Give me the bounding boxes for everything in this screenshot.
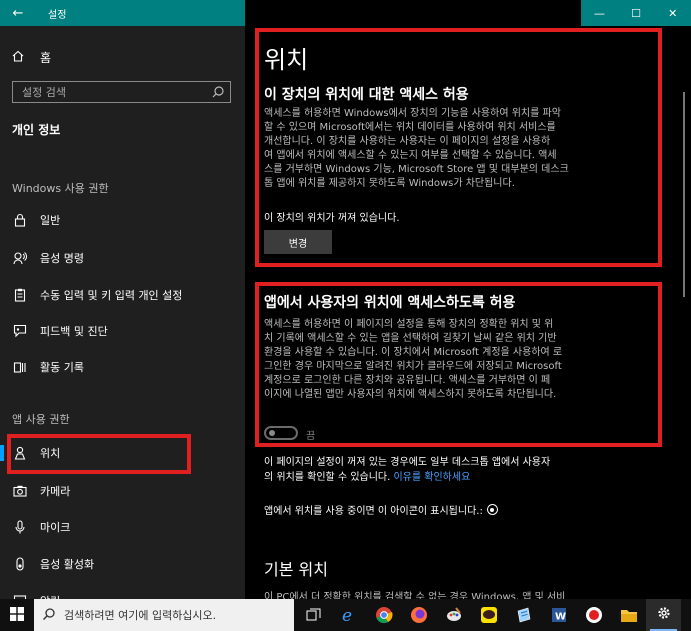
icon-notice-text: 앱에서 위치를 사용 중이면 이 아이콘이 표시됩니다.:: [264, 506, 483, 517]
window-controls: — ☐ ✕: [581, 0, 691, 26]
clipboard-icon: [12, 287, 28, 303]
minimize-button[interactable]: —: [581, 0, 618, 26]
taskbar-apps: e W: [296, 599, 681, 631]
close-icon: ✕: [668, 6, 678, 20]
activity-icon: [12, 359, 28, 375]
voice-activation-icon: [12, 556, 28, 572]
svg-text:e: e: [342, 606, 352, 624]
taskbar-search[interactable]: 검색하려면 여기에 입력하십시오.: [34, 599, 294, 631]
home-link[interactable]: 홈: [12, 48, 51, 66]
search-icon: [42, 607, 56, 624]
back-arrow-icon: ←: [12, 5, 24, 21]
start-button[interactable]: [0, 599, 34, 631]
edge-icon[interactable]: e: [331, 599, 366, 631]
app-title: 설정: [48, 10, 67, 21]
microphone-icon: [12, 519, 28, 535]
active-indicator: [0, 445, 4, 461]
taskbar-search-placeholder: 검색하려면 여기에 입력하십시오.: [64, 609, 217, 622]
note-text: 의 위치를 확인할 수 있습니다.: [264, 472, 391, 483]
windows-logo-icon: [10, 606, 24, 625]
close-button[interactable]: ✕: [654, 0, 691, 26]
svg-text:W: W: [555, 612, 566, 623]
camera-icon: [12, 483, 28, 499]
sidebar-item-inking-typing[interactable]: 수동 입력 및 키 입력 개인 설정: [0, 280, 245, 310]
app-permissions-label: 앱 사용 권한: [12, 413, 70, 426]
home-icon: [12, 50, 28, 65]
sidebar-item-label: 피드백 및 진단: [40, 325, 108, 338]
maximize-icon: ☐: [631, 6, 641, 20]
settings-sidebar: ← 설정 홈 개인 정보 Windows 사용 권한 일반 음성 명령 수동 입…: [0, 0, 245, 608]
sidebar-item-label: 음성 명령: [40, 252, 84, 265]
chrome-icon[interactable]: [366, 599, 401, 631]
sidebar-item-microphone[interactable]: 마이크: [0, 512, 245, 542]
location-icon-notice: 앱에서 위치를 사용 중이면 이 아이콘이 표시됩니다.:: [264, 502, 498, 517]
sidebar-item-voice-activation[interactable]: 음성 활성화: [0, 549, 245, 579]
sidebar-item-label: 일반: [40, 214, 61, 227]
scrollbar[interactable]: [683, 92, 685, 297]
default-location-description: 이 PC에서 더 정확한 위치를 검색할 수 없는 경우 Windows, 앱 …: [264, 592, 566, 599]
settings-taskbar-button[interactable]: [646, 599, 681, 631]
file-explorer-icon[interactable]: [611, 599, 646, 631]
paint-icon[interactable]: [436, 599, 471, 631]
sidebar-item-label: 카메라: [40, 485, 71, 498]
home-label: 홈: [40, 50, 52, 65]
sidebar-item-general[interactable]: 일반: [0, 205, 245, 235]
sidebar-item-activity-history[interactable]: 활동 기록: [0, 352, 245, 382]
word-icon[interactable]: W: [541, 599, 576, 631]
highlight-box-app-access: [255, 282, 662, 447]
title-bar: ← 설정: [0, 0, 245, 26]
speech-icon: [12, 250, 28, 266]
settings-search[interactable]: [12, 81, 231, 103]
maximize-button[interactable]: ☐: [618, 0, 655, 26]
location-in-use-icon: [486, 504, 498, 515]
taskbar: 검색하려면 여기에 입력하십시오. e W: [0, 599, 691, 631]
note-line: 이 페이지의 설정이 꺼져 있는 경우에도 일부 데스크톱 앱에서 사용자: [264, 457, 551, 468]
sidebar-item-camera[interactable]: 카메라: [0, 476, 245, 506]
back-button[interactable]: ←: [0, 0, 36, 26]
sidebar-item-speech[interactable]: 음성 명령: [0, 243, 245, 273]
highlight-box-location: [7, 434, 191, 474]
desktop-apps-note: 이 페이지의 설정이 꺼져 있는 경우에도 일부 데스크톱 앱에서 사용자 의 …: [264, 455, 624, 485]
default-location-heading: 기본 위치: [264, 560, 328, 579]
kakaotalk-icon[interactable]: [471, 599, 506, 631]
windows-permissions-label: Windows 사용 권한: [12, 182, 109, 195]
learn-why-link[interactable]: 이유를 확인하세요: [393, 472, 470, 483]
search-input[interactable]: [13, 82, 212, 102]
section-title: 개인 정보: [12, 123, 61, 137]
settings-icon: [656, 605, 672, 625]
firefox-icon[interactable]: [401, 599, 436, 631]
task-view-icon[interactable]: [296, 599, 331, 631]
sidebar-item-label: 수동 입력 및 키 입력 개인 설정: [40, 289, 183, 302]
sidebar-item-feedback[interactable]: 피드백 및 진단: [0, 316, 245, 346]
note-line-2: 의 위치를 확인할 수 있습니다. 이유를 확인하세요: [264, 470, 624, 485]
feedback-icon: [12, 323, 28, 339]
sidebar-item-label: 마이크: [40, 521, 71, 534]
search-icon[interactable]: [210, 84, 226, 100]
notepad-icon[interactable]: [506, 599, 541, 631]
highlight-box-device-access: [255, 28, 662, 267]
lock-icon: [12, 212, 28, 228]
sidebar-item-label: 음성 활성화: [40, 558, 95, 571]
sidebar-item-label: 활동 기록: [40, 361, 84, 374]
minimize-icon: —: [593, 6, 605, 20]
record-icon[interactable]: [576, 599, 611, 631]
